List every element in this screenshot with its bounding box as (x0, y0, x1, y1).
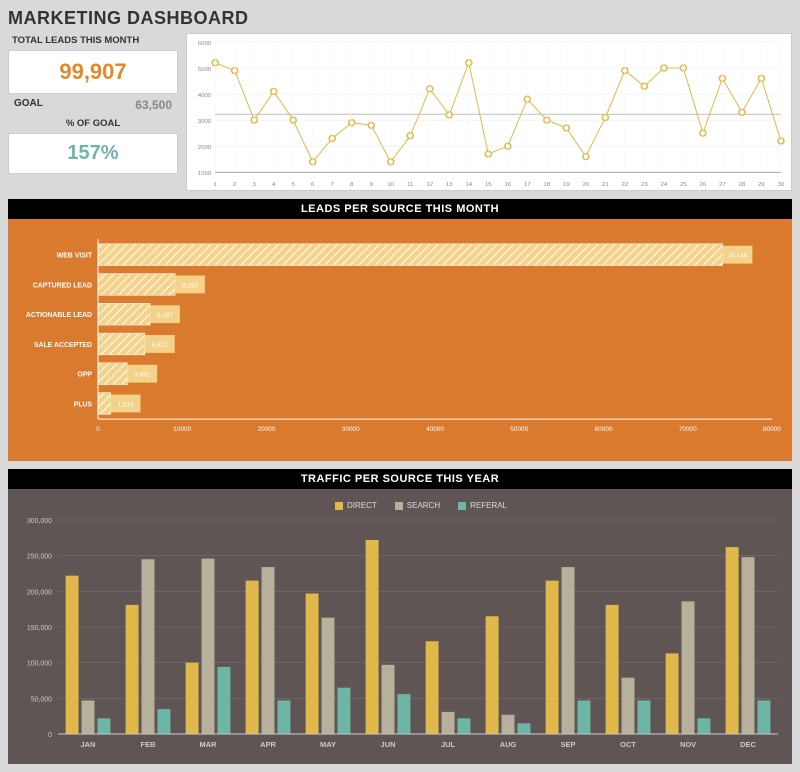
legend-search: SEARCH (407, 501, 440, 510)
svg-text:PLUS: PLUS (74, 401, 93, 408)
legend-referal: REFERAL (470, 501, 507, 510)
svg-text:300,000: 300,000 (27, 518, 52, 525)
kpi-goal-label: GOAL (14, 98, 43, 112)
svg-text:NOV: NOV (680, 740, 696, 749)
svg-text:18: 18 (543, 182, 550, 188)
svg-text:27: 27 (719, 182, 726, 188)
svg-text:20000: 20000 (258, 426, 276, 433)
svg-text:30: 30 (778, 182, 785, 188)
svg-text:JUN: JUN (381, 740, 396, 749)
svg-text:SEP: SEP (561, 740, 576, 749)
svg-text:23: 23 (641, 182, 648, 188)
leads-daily-line-chart: 1000200030004000500060001234567891011121… (186, 33, 792, 191)
svg-text:OPP: OPP (77, 372, 92, 379)
svg-text:MAY: MAY (320, 740, 336, 749)
svg-text:60000: 60000 (595, 426, 613, 433)
svg-text:SALE ACCEPTED: SALE ACCEPTED (34, 342, 92, 349)
svg-text:9,155: 9,155 (182, 282, 199, 289)
kpi-panel: TOTAL LEADS THIS MONTH 99,907 GOAL 63,50… (8, 33, 178, 191)
svg-text:74,146: 74,146 (728, 253, 748, 260)
traffic-legend: DIRECT SEARCH REFERAL (58, 497, 784, 514)
svg-text:6000: 6000 (198, 41, 212, 47)
svg-text:APR: APR (260, 740, 276, 749)
svg-text:OCT: OCT (620, 740, 636, 749)
svg-text:CAPTURED LEAD: CAPTURED LEAD (33, 282, 92, 289)
svg-text:5,572: 5,572 (152, 342, 169, 349)
svg-text:28: 28 (739, 182, 746, 188)
svg-text:5: 5 (292, 182, 296, 188)
svg-text:2: 2 (233, 182, 237, 188)
svg-text:4: 4 (272, 182, 276, 188)
svg-text:3,491: 3,491 (134, 372, 151, 379)
svg-text:0: 0 (48, 732, 52, 739)
svg-text:1,516: 1,516 (118, 401, 135, 408)
kpi-pct-box: 157% (8, 133, 178, 174)
traffic-per-source-bar-chart: DIRECT SEARCH REFERAL 0 50,000 100,000 150,… (8, 489, 792, 764)
svg-text:JAN: JAN (81, 740, 96, 749)
kpi-total-value: 99,907 (59, 59, 126, 84)
svg-text:26: 26 (700, 182, 707, 188)
svg-text:FEB: FEB (141, 740, 157, 749)
leads-per-source-bar-chart: WEB VISIT 74,146 CAPTURED LEAD 9,155 ACTIONA… (8, 219, 792, 461)
svg-text:JUL: JUL (441, 740, 456, 749)
svg-text:150,000: 150,000 (27, 625, 52, 632)
svg-text:17: 17 (524, 182, 531, 188)
svg-text:50,000: 50,000 (31, 696, 52, 703)
svg-text:6,187: 6,187 (157, 312, 174, 319)
kpi-goal-value: 63,500 (135, 98, 172, 112)
svg-text:24: 24 (661, 182, 668, 188)
svg-text:200,000: 200,000 (27, 589, 52, 596)
svg-text:AUG: AUG (500, 740, 517, 749)
svg-text:11: 11 (407, 182, 414, 188)
svg-text:40000: 40000 (426, 426, 444, 433)
svg-text:70000: 70000 (679, 426, 697, 433)
svg-text:50000: 50000 (510, 426, 528, 433)
svg-text:8: 8 (350, 182, 354, 188)
section-header-traffic: TRAFFIC PER SOURCE THIS YEAR (8, 469, 792, 489)
svg-text:2000: 2000 (198, 145, 212, 151)
svg-text:DEC: DEC (740, 740, 756, 749)
svg-text:10000: 10000 (173, 426, 191, 433)
svg-text:80000: 80000 (763, 426, 781, 433)
kpi-total-box: 99,907 (8, 50, 178, 94)
svg-text:3: 3 (253, 182, 257, 188)
svg-text:14: 14 (465, 182, 472, 188)
svg-text:MAR: MAR (200, 740, 218, 749)
svg-text:4000: 4000 (198, 93, 212, 99)
svg-text:15: 15 (485, 182, 492, 188)
svg-text:ACTIONABLE LEAD: ACTIONABLE LEAD (26, 312, 92, 319)
svg-text:6: 6 (311, 182, 315, 188)
svg-text:16: 16 (504, 182, 511, 188)
svg-text:5000: 5000 (198, 67, 212, 73)
svg-text:13: 13 (446, 182, 453, 188)
svg-text:29: 29 (758, 182, 765, 188)
svg-text:1000: 1000 (198, 171, 212, 177)
svg-text:250,000: 250,000 (27, 554, 52, 561)
kpi-total-label: TOTAL LEADS THIS MONTH (8, 33, 178, 48)
svg-text:0: 0 (96, 426, 100, 433)
svg-text:25: 25 (680, 182, 687, 188)
svg-text:10: 10 (387, 182, 394, 188)
svg-text:12: 12 (426, 182, 433, 188)
svg-text:30000: 30000 (342, 426, 360, 433)
svg-text:100,000: 100,000 (27, 661, 52, 668)
kpi-pct-label: % OF GOAL (8, 116, 178, 131)
kpi-pct-value: 157% (67, 142, 118, 164)
svg-text:1: 1 (214, 182, 218, 188)
svg-text:WEB VISIT: WEB VISIT (57, 253, 93, 260)
legend-direct: DIRECT (347, 501, 377, 510)
svg-text:21: 21 (602, 182, 609, 188)
page-title: MARKETING DASHBOARD (8, 8, 792, 29)
svg-text:7: 7 (331, 182, 335, 188)
svg-text:20: 20 (582, 182, 589, 188)
svg-text:22: 22 (622, 182, 629, 188)
svg-text:19: 19 (563, 182, 570, 188)
section-header-leads: LEADS PER SOURCE THIS MONTH (8, 199, 792, 219)
svg-text:3000: 3000 (198, 119, 212, 125)
svg-text:9: 9 (370, 182, 374, 188)
